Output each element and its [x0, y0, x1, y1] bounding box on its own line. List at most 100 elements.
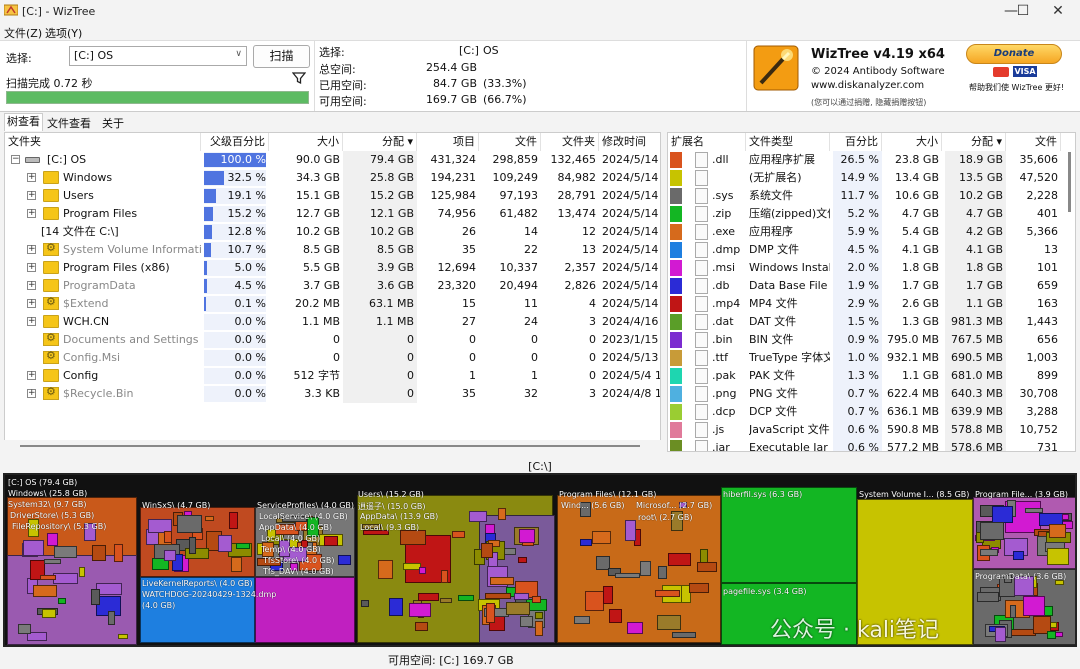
treemap-cell[interactable]: [361, 599, 370, 607]
extension-row[interactable]: .ttf TrueType 字体文件1.0 % 932.1 MB 690.5 MB 1,…: [668, 349, 1075, 367]
tree-col-header-0[interactable]: 文件夹: [5, 133, 201, 151]
tree-col-header-1[interactable]: 父级百分比: [201, 133, 269, 151]
donate-button[interactable]: Donate: [966, 44, 1062, 64]
extension-row[interactable]: .msi Windows Installer2.0 % 1.8 GB 1.8 GB 10…: [668, 259, 1075, 277]
extension-row[interactable]: .db Data Base File 1.9 % 1.7 GB 1.7 GB 659: [668, 277, 1075, 295]
tree-col-header-4[interactable]: 项目: [417, 133, 479, 151]
treemap-cell[interactable]: [1009, 605, 1016, 618]
treemap-cell[interactable]: [573, 615, 590, 625]
treemap-cell[interactable]: [53, 573, 79, 584]
tree-row[interactable]: + $Extend 0.1 % 20.2 MB63.1 MB 15 11 4 2024/5/1…: [5, 295, 660, 313]
treemap-cell[interactable]: [229, 512, 238, 529]
treemap-cell[interactable]: [658, 565, 668, 579]
treemap-cell[interactable]: [657, 614, 682, 631]
extension-row[interactable]: (无扩展名) 14.9 % 13.4 GB 13.5 GB 47,520: [668, 169, 1075, 187]
treemap-cell[interactable]: [205, 516, 215, 522]
treemap-cell[interactable]: [481, 543, 493, 558]
tree-row[interactable]: − [C:] OS 100.0 % 90.0 GB 79.4 GB 431,324 298,…: [5, 151, 660, 169]
treemap-cell[interactable]: [1046, 548, 1069, 565]
ext-col-header-4[interactable]: 分配 ▾: [942, 133, 1006, 151]
tree-row[interactable]: Documents and Settings0.0 %000002023/1/1…: [5, 331, 660, 349]
menu-options[interactable]: 选项(Y): [45, 25, 82, 41]
treemap-cell[interactable]: [188, 537, 196, 554]
expand-toggle-icon[interactable]: +: [27, 299, 36, 308]
extension-row[interactable]: .png PNG 文件 0.7 % 622.4 MB 640.3 MB 30,708: [668, 385, 1075, 403]
treemap-cell[interactable]: [451, 531, 466, 538]
treemap-cell[interactable]: [164, 531, 173, 543]
treemap-cell[interactable]: [108, 611, 115, 626]
treemap-cell[interactable]: [498, 507, 507, 520]
treemap-cell[interactable]: [668, 552, 692, 567]
treemap-cell[interactable]: [441, 569, 448, 583]
drive-select[interactable]: [C:] OS ∨: [69, 46, 247, 66]
tree-row[interactable]: + Users 19.1 % 15.1 GB 15.2 GB 125,984 97,193 2…: [5, 187, 660, 205]
treemap-cell[interactable]: [1062, 514, 1070, 520]
treemap-cell[interactable]: [518, 556, 528, 564]
treemap-block[interactable]: [721, 487, 857, 583]
treemap-cell[interactable]: [485, 593, 512, 599]
treemap-cell[interactable]: [535, 621, 543, 637]
ext-col-header-0[interactable]: 扩展名: [668, 133, 746, 151]
expand-toggle-icon[interactable]: +: [27, 263, 36, 272]
tree-horizontal-scrollbar[interactable]: [4, 440, 661, 452]
treemap-cell[interactable]: [79, 566, 86, 578]
treemap-cell[interactable]: [414, 621, 429, 631]
treemap-cell[interactable]: [579, 538, 592, 547]
tree-col-header-2[interactable]: 大小: [269, 133, 343, 151]
tab-about[interactable]: 关于: [100, 115, 126, 131]
extension-row[interactable]: .js JavaScript 文件 0.6 % 590.8 MB 578.8 MB 10,…: [668, 421, 1075, 439]
tree-row[interactable]: + WCH.CN 0.0 % 1.1 MB1.1 MB 27 24 3 2024/4/16 1: [5, 313, 660, 331]
treemap-cell[interactable]: [419, 567, 426, 575]
treemap-cell[interactable]: [655, 590, 680, 597]
treemap-cell[interactable]: [624, 520, 637, 541]
treemap-cell[interactable]: [602, 586, 613, 605]
treemap-cell[interactable]: [519, 529, 535, 543]
treemap-cell[interactable]: [994, 626, 1006, 643]
treemap-cell[interactable]: [409, 602, 432, 617]
treemap-cell[interactable]: [114, 544, 123, 562]
treemap-cell[interactable]: [23, 540, 45, 556]
treemap-cell[interactable]: [217, 534, 232, 552]
treemap-cell[interactable]: [992, 506, 1014, 524]
treemap-cell[interactable]: [980, 549, 999, 556]
expand-toggle-icon[interactable]: +: [27, 173, 36, 182]
treemap-cell[interactable]: [505, 601, 530, 616]
treemap-cell[interactable]: [417, 593, 440, 602]
scan-button[interactable]: 扫描: [253, 45, 310, 68]
treemap-cell[interactable]: [468, 511, 487, 522]
tree-row[interactable]: + ProgramData 4.5 % 3.7 GB 3.6 GB 23,320 20,49…: [5, 277, 660, 295]
treemap-cell[interactable]: [976, 592, 1000, 602]
treemap-cell[interactable]: [534, 612, 544, 619]
extension-row[interactable]: .mp4 MP4 文件 2.9 % 2.6 GB 1.1 GB 163: [668, 295, 1075, 313]
expand-toggle-icon[interactable]: +: [27, 281, 36, 290]
treemap-cell[interactable]: [1049, 524, 1066, 538]
treemap-cell[interactable]: [584, 591, 605, 611]
treemap-cell[interactable]: [696, 562, 718, 572]
treemap-cell[interactable]: [176, 514, 202, 533]
expand-toggle-icon[interactable]: [27, 335, 36, 344]
treemap-cell[interactable]: [54, 545, 78, 558]
treemap-cell[interactable]: [980, 522, 1005, 541]
scrollbar-thumb[interactable]: [1068, 152, 1071, 212]
treemap-cell[interactable]: [17, 623, 32, 635]
tree-row[interactable]: +Config0.0 %512 字节01102024/5/4 18: [5, 367, 660, 385]
treemap-cell[interactable]: [626, 622, 643, 634]
treemap-cell[interactable]: [609, 609, 622, 624]
extension-vertical-scrollbar[interactable]: [1064, 132, 1076, 452]
tree-col-header-7[interactable]: 修改时间: [599, 133, 660, 151]
expand-toggle-icon[interactable]: +: [27, 317, 36, 326]
tree-row[interactable]: + $Recycle.Bin 0.0 % 3.3 KB0 35 32 3 2024/4/8 1…: [5, 385, 660, 403]
treemap-cell[interactable]: [91, 544, 106, 561]
treemap-cell[interactable]: [377, 560, 394, 579]
treemap-cell[interactable]: [615, 573, 641, 579]
tree-col-header-3[interactable]: 分配 ▾: [343, 133, 417, 151]
treemap-block[interactable]: [255, 577, 355, 643]
extension-row[interactable]: .sys 系统文件 11.7 % 10.6 GB 10.2 GB 2,228: [668, 187, 1075, 205]
treemap-cell[interactable]: [96, 582, 123, 596]
treemap-cell[interactable]: [514, 592, 529, 600]
treemap-cell[interactable]: [118, 633, 128, 640]
ext-col-header-5[interactable]: 文件: [1006, 133, 1061, 151]
menu-file[interactable]: 文件(Z): [4, 25, 42, 41]
extension-row[interactable]: .dll 应用程序扩展 26.5 % 23.8 GB 18.9 GB 35,606: [668, 151, 1075, 169]
extension-row[interactable]: .jar Executable Jar File0.6 % 577.2 MB 578.…: [668, 439, 1075, 451]
